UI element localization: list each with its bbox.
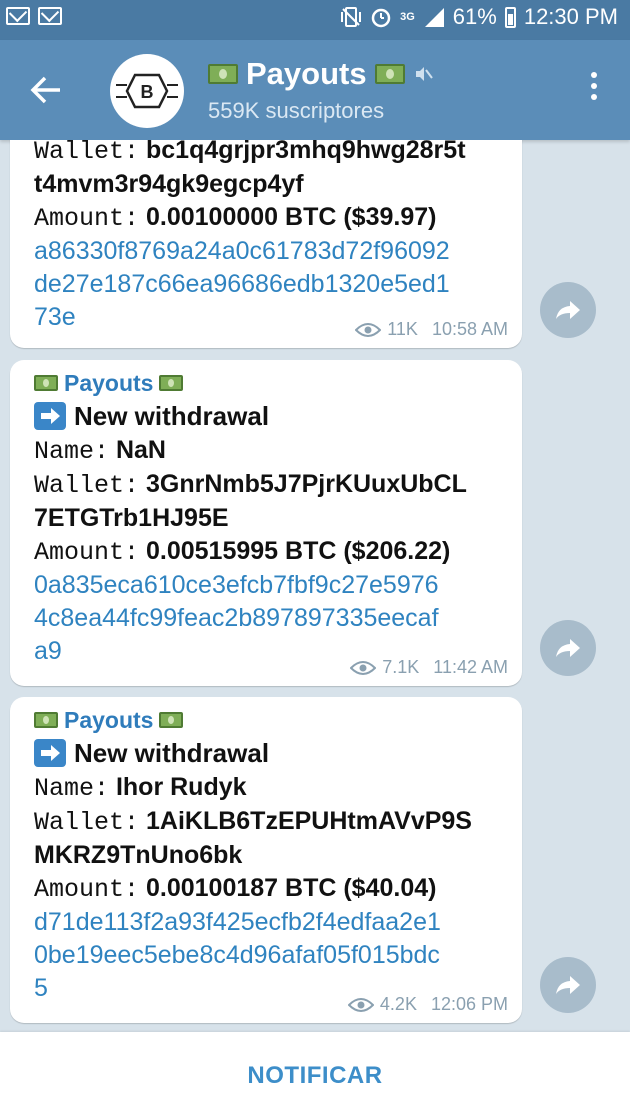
wallet-line: Wallet: 3GnrNmb5J7PjrKUuxUbCL <box>34 468 522 502</box>
battery-percent: 61% <box>452 4 497 29</box>
forward-button[interactable] <box>540 620 596 676</box>
amount-label: Amount: <box>34 538 140 567</box>
channel-avatar[interactable]: B <box>110 54 184 128</box>
name-value: NaN <box>115 436 166 464</box>
more-options-icon[interactable] <box>588 72 600 112</box>
bitcoin-logo-icon: B <box>116 73 178 109</box>
tx-hash-link[interactable]: a86330f8769a24a0c61783d72f96092 <box>34 235 522 268</box>
mail-notification-icon <box>6 7 30 25</box>
name-label: Name: <box>34 437 110 466</box>
money-emoji-icon <box>34 375 58 391</box>
name-line: Name: Ihor Rudyk <box>34 771 522 805</box>
wallet-label: Wallet: <box>34 140 140 166</box>
amount-line: Amount: 0.00515995 BTC ($206.22) <box>34 535 522 569</box>
money-emoji-icon <box>34 712 58 728</box>
amount-label: Amount: <box>34 875 140 904</box>
name-line: Name: NaN <box>34 434 522 468</box>
battery-icon <box>504 6 516 28</box>
sender-name: Payouts <box>64 707 154 733</box>
muted-icon <box>415 67 433 81</box>
amount-line: Amount: 0.00100000 BTC ($39.97) <box>34 201 522 235</box>
message-list[interactable]: Wallet: bc1q4grjpr3mhq9hwg28r5t t4mvm3r9… <box>0 140 630 1032</box>
channel-name-header[interactable]: Payouts <box>34 368 522 398</box>
notify-toggle-button[interactable]: NOTIFICAR <box>0 1032 630 1120</box>
share-arrow-icon <box>556 301 580 319</box>
message-bubble[interactable]: Wallet: bc1q4grjpr3mhq9hwg28r5t t4mvm3r9… <box>10 140 522 348</box>
wallet-address: 1AiKLB6TzEPUHtmAVvP9S <box>145 807 472 835</box>
share-arrow-icon <box>556 639 580 657</box>
views-eye-icon <box>347 997 374 1012</box>
share-arrow-icon <box>556 976 580 994</box>
gmail-notification-icon <box>38 7 62 25</box>
right-arrow-emoji-icon <box>34 402 66 430</box>
channel-header: B Payouts 559K suscriptores <box>0 40 630 140</box>
alarm-icon <box>371 8 391 28</box>
status-bar: 3G 61% 12:30 PM <box>0 0 630 40</box>
amount-value: 0.00100000 BTC ($39.97) <box>145 203 437 231</box>
tx-hash-link[interactable]: 4c8ea44fc99feac2b897897335eecaf <box>34 602 522 635</box>
message-meta: 11K 10:58 AM <box>355 319 508 340</box>
message-heading: New withdrawal <box>34 398 522 434</box>
money-emoji-icon <box>208 64 238 84</box>
wallet-line: Wallet: 1AiKLB6TzEPUHtmAVvP9S <box>34 805 522 839</box>
bottom-bar: NOTIFICAR <box>0 1032 630 1120</box>
view-count: 7.1K <box>382 657 420 677</box>
amount-label: Amount: <box>34 204 140 233</box>
subscriber-count: 559K suscriptores <box>208 98 385 123</box>
wallet-address: bc1q4grjpr3mhq9hwg28r5t <box>145 140 466 164</box>
channel-title-row[interactable]: Payouts <box>208 56 433 92</box>
tx-hash-link[interactable]: de27e187c66ea96686edb1320e5ed1 <box>34 268 522 301</box>
heading-text: New withdrawal <box>74 401 270 431</box>
view-count: 4.2K <box>379 994 417 1014</box>
wallet-label: Wallet: <box>34 808 140 837</box>
network-type: 3G <box>400 11 415 23</box>
vibrate-icon <box>341 7 362 27</box>
amount-value: 0.00100187 BTC ($40.04) <box>145 874 437 902</box>
forward-button[interactable] <box>540 957 596 1013</box>
message-meta: 4.2K 12:06 PM <box>347 994 508 1015</box>
clock: 12:30 PM <box>523 4 618 29</box>
amount-value: 0.00515995 BTC ($206.22) <box>145 537 451 565</box>
channel-name-header[interactable]: Payouts <box>34 705 522 735</box>
message-heading: New withdrawal <box>34 735 522 771</box>
svg-text:B: B <box>141 82 154 102</box>
right-arrow-emoji-icon <box>34 739 66 767</box>
message-meta: 7.1K 11:42 AM <box>350 657 508 678</box>
wallet-address: 3GnrNmb5J7PjrKUuxUbCL <box>145 470 467 498</box>
wallet-address-cont: MKRZ9TnUno6bk <box>34 841 243 869</box>
name-label: Name: <box>34 774 110 803</box>
tx-hash-link[interactable]: 0be19eec5ebe8c4d96afaf05f015bdc <box>34 939 522 972</box>
money-emoji-icon <box>374 64 405 84</box>
signal-icon <box>424 8 444 27</box>
message-time: 10:58 AM <box>431 319 508 339</box>
heading-text: New withdrawal <box>74 738 270 768</box>
money-emoji-icon <box>159 375 184 391</box>
message-time: 12:06 PM <box>430 994 508 1014</box>
sender-name: Payouts <box>64 370 154 396</box>
message-time: 11:42 AM <box>433 657 508 677</box>
views-eye-icon <box>350 660 377 675</box>
message-bubble[interactable]: Payouts New withdrawal Name: NaN Wallet:… <box>10 360 522 686</box>
back-arrow-icon[interactable] <box>26 70 66 110</box>
wallet-line: Wallet: bc1q4grjpr3mhq9hwg28r5t <box>34 140 522 168</box>
name-value: Ihor Rudyk <box>115 773 247 801</box>
tx-hash-link[interactable]: d71de113f2a93f425ecfb2f4edfaa2e1 <box>34 906 522 939</box>
view-count: 11K <box>387 319 418 339</box>
wallet-address-cont: 7ETGTrb1HJ95E <box>34 504 229 532</box>
wallet-address-cont: t4mvm3r94gk9egcp4yf <box>34 170 304 198</box>
message-bubble[interactable]: Payouts New withdrawal Name: Ihor Rudyk … <box>10 697 522 1023</box>
wallet-label: Wallet: <box>34 471 140 500</box>
forward-button[interactable] <box>540 282 596 338</box>
views-eye-icon <box>355 322 382 337</box>
money-emoji-icon <box>159 712 184 728</box>
tx-hash-link[interactable]: 0a835eca610ce3efcb7fbf9c27e5976 <box>34 569 522 602</box>
amount-line: Amount: 0.00100187 BTC ($40.04) <box>34 872 522 906</box>
channel-title: Payouts <box>246 56 367 91</box>
